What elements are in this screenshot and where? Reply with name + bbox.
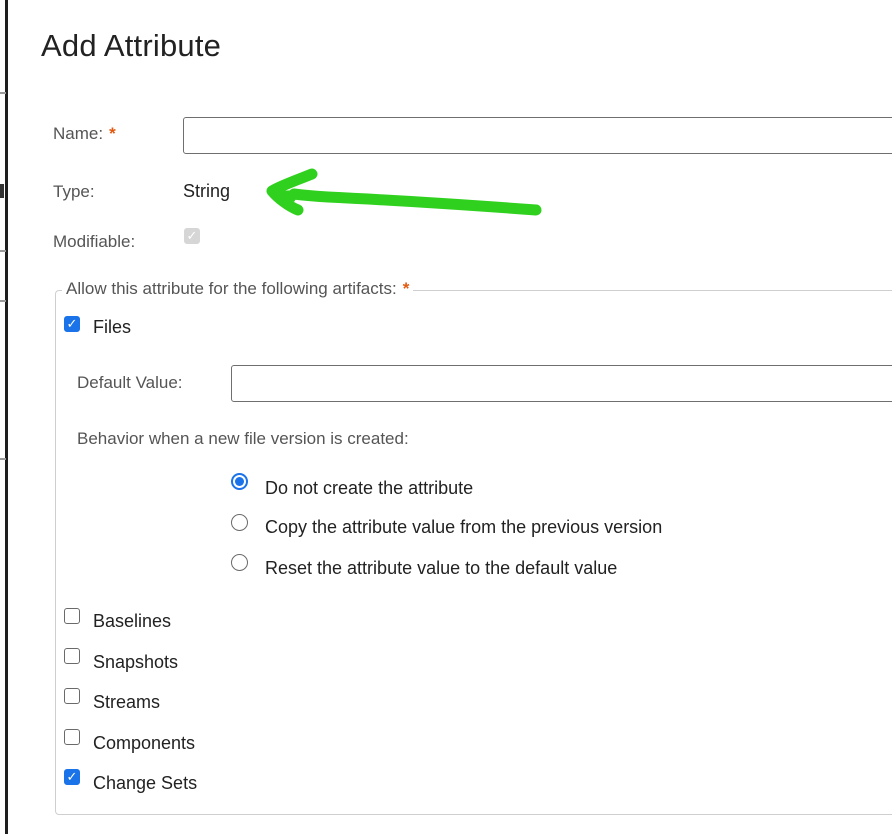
snapshots-checkbox[interactable] xyxy=(64,648,80,664)
behavior-radio-copy-previous[interactable] xyxy=(231,514,248,531)
required-mark: * xyxy=(402,279,410,298)
baselines-checkbox[interactable] xyxy=(64,608,80,624)
edge-tick xyxy=(0,458,6,460)
edge-tick xyxy=(0,250,6,252)
edge-tick xyxy=(0,92,6,94)
modifiable-label: Modifiable: xyxy=(53,232,136,251)
type-value: String xyxy=(183,181,231,201)
behavior-option-label: Reset the attribute value to the default… xyxy=(265,558,618,578)
streams-checkbox[interactable] xyxy=(64,688,80,704)
files-checkbox[interactable]: ✓ xyxy=(64,316,80,332)
window-left-edge xyxy=(0,0,9,834)
behavior-radio-reset-default[interactable] xyxy=(231,554,248,571)
components-label: Components xyxy=(93,733,196,753)
change-sets-checkbox[interactable]: ✓ xyxy=(64,769,80,785)
required-mark: * xyxy=(109,124,116,143)
modifiable-checkbox[interactable]: ✓ xyxy=(184,228,200,244)
default-value-label: Default Value: xyxy=(77,373,183,392)
streams-label: Streams xyxy=(93,692,161,712)
behavior-option-label: Do not create the attribute xyxy=(265,478,474,498)
name-label: Name: * xyxy=(53,124,116,144)
default-value-input[interactable] xyxy=(231,365,892,402)
type-label: Type: xyxy=(53,182,95,201)
baselines-label: Baselines xyxy=(93,611,172,631)
name-label-text: Name: xyxy=(53,124,104,143)
components-checkbox[interactable] xyxy=(64,729,80,745)
artifacts-legend-text: Allow this attribute for the following a… xyxy=(66,279,397,298)
edge-marker xyxy=(0,184,4,198)
edge-tick xyxy=(0,300,6,302)
behavior-radio-do-not-create[interactable] xyxy=(231,473,248,490)
behavior-label: Behavior when a new file version is crea… xyxy=(77,429,409,448)
name-input[interactable] xyxy=(183,117,892,154)
files-label: Files xyxy=(93,317,132,337)
dialog-title: Add Attribute xyxy=(41,28,222,63)
green-arrow-annotation-icon xyxy=(266,168,542,216)
snapshots-label: Snapshots xyxy=(93,652,179,672)
artifacts-legend: Allow this attribute for the following a… xyxy=(62,279,414,299)
window-border xyxy=(5,0,8,834)
behavior-option-label: Copy the attribute value from the previo… xyxy=(265,517,663,537)
change-sets-label: Change Sets xyxy=(93,773,198,793)
